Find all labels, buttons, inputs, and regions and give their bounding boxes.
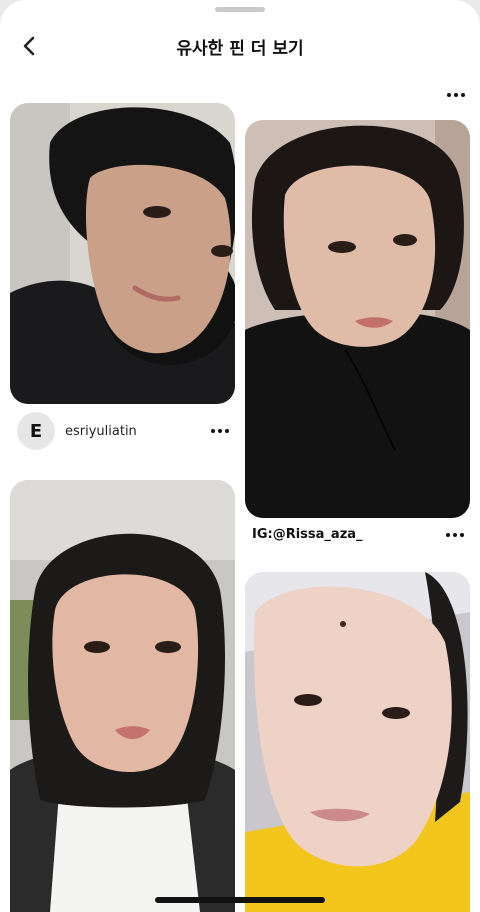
pin-photo-1	[10, 103, 235, 404]
more-options-button[interactable]	[440, 84, 472, 106]
pin-caption[interactable]: IG:@Rissa_aza_	[252, 527, 363, 542]
more-horizontal-icon	[211, 429, 229, 433]
more-horizontal-icon	[447, 93, 465, 97]
page-title: 유사한 핀 더 보기	[176, 39, 304, 59]
sheet-grabber[interactable]	[215, 7, 265, 12]
pin-image-3[interactable]	[10, 480, 235, 912]
pin-image-4[interactable]	[245, 572, 470, 912]
more-horizontal-icon	[446, 533, 464, 537]
similar-pins-sheet: 유사한 핀 더 보기 E esriyuliatin IG:@Rissa_aza_	[0, 0, 480, 912]
pin-photo-2	[245, 120, 470, 518]
pin-image-2[interactable]	[245, 120, 470, 518]
pin-photo-3	[10, 480, 235, 912]
pin-2-more-button[interactable]	[441, 525, 469, 545]
avatar[interactable]: E	[17, 412, 55, 450]
pin-1-more-button[interactable]	[206, 421, 234, 441]
pin-image-1[interactable]	[10, 103, 235, 404]
pin-username[interactable]: esriyuliatin	[65, 424, 137, 439]
pin-photo-4	[245, 572, 470, 912]
home-indicator	[155, 897, 325, 903]
